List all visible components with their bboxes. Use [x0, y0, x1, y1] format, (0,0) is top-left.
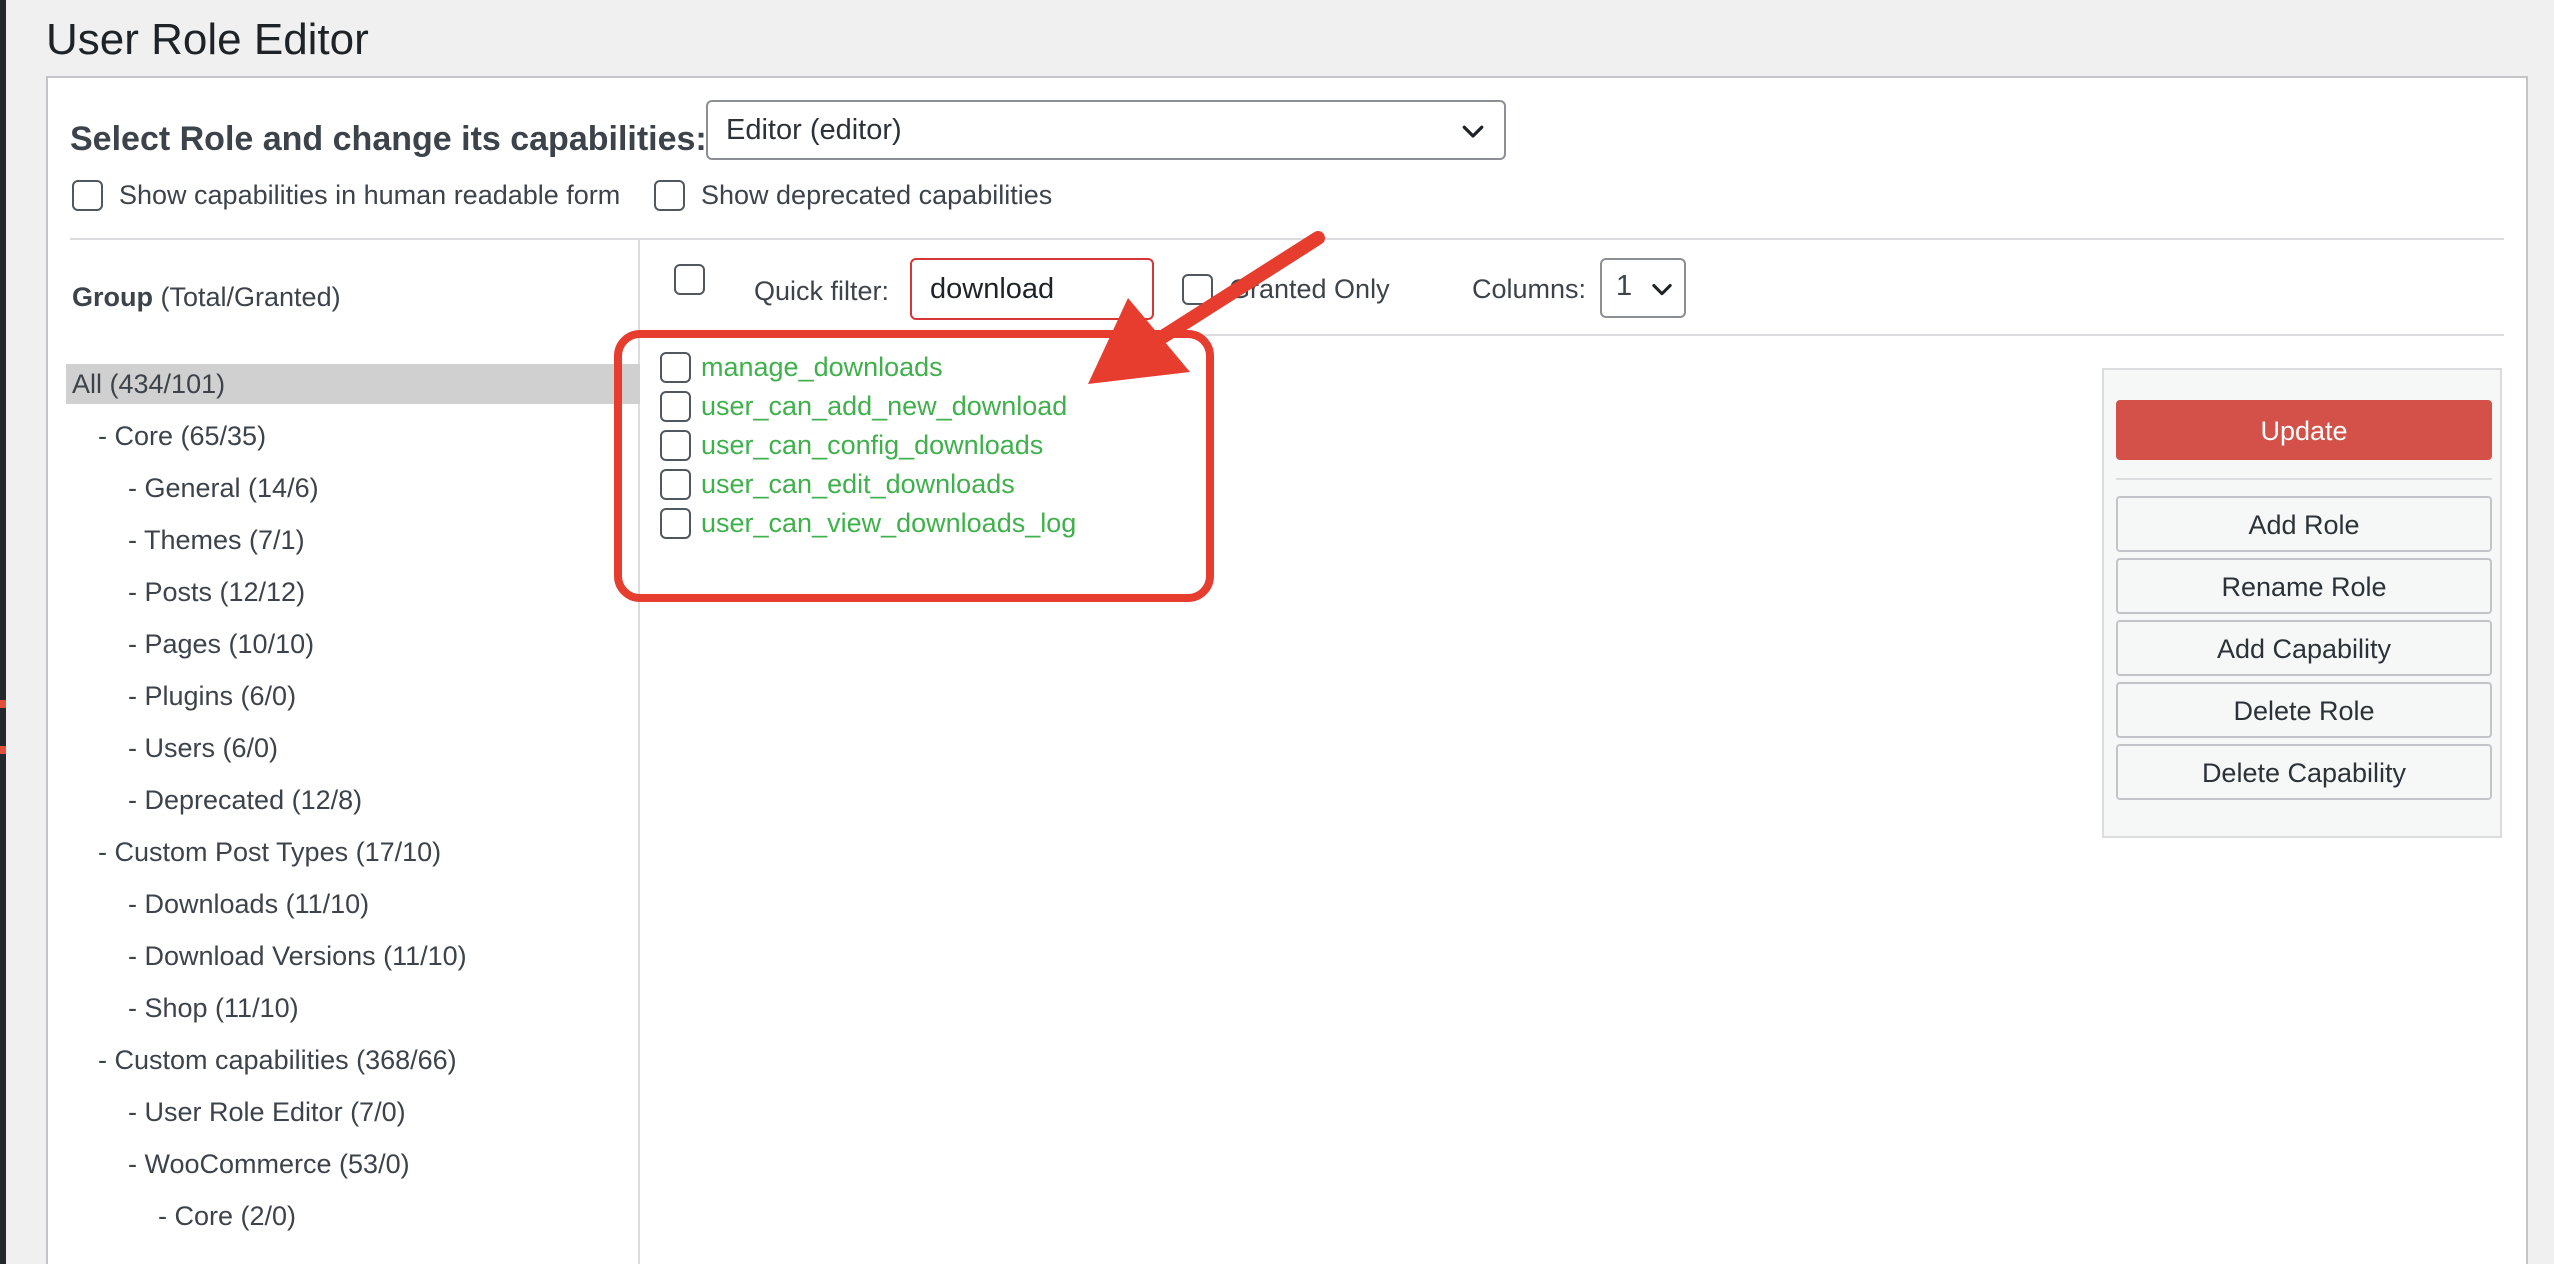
granted-only-label: Granted Only [1229, 274, 1390, 304]
divider [640, 334, 2504, 336]
rename-role-button[interactable]: Rename Role [2116, 558, 2492, 614]
sidebar-marker [0, 746, 6, 754]
divider [2116, 478, 2492, 480]
capability-item[interactable]: user_can_edit_downloads [660, 465, 1076, 504]
capability-checkbox[interactable] [660, 469, 691, 500]
role-select[interactable]: Editor (editor) [706, 100, 1506, 160]
chevron-down-icon [1652, 283, 1672, 296]
group-item[interactable]: - Download Versions (11/10) [66, 936, 640, 988]
group-item[interactable]: - Custom capabilities (368/66) [66, 1040, 640, 1092]
group-item[interactable]: - General (14/6) [66, 468, 640, 520]
group-item[interactable]: - Deprecated (12/8) [66, 780, 640, 832]
group-item-label: - Users (6/0) [128, 733, 279, 763]
capability-checkbox[interactable] [660, 430, 691, 461]
add-capability-button[interactable]: Add Capability [2116, 620, 2492, 676]
group-item[interactable]: - Pages (10/10) [66, 624, 640, 676]
capability-label: user_can_edit_downloads [701, 469, 1015, 499]
deprecated-checkbox[interactable] [654, 180, 685, 211]
group-item-label: - General (14/6) [128, 473, 319, 503]
select-all-checkbox[interactable] [674, 264, 705, 295]
update-button[interactable]: Update [2116, 400, 2492, 460]
delete-role-button[interactable]: Delete Role [2116, 682, 2492, 738]
capability-label: user_can_add_new_download [701, 391, 1068, 421]
group-item-label: - Core (65/35) [98, 421, 267, 451]
group-item[interactable]: - Core (65/35) [66, 416, 640, 468]
granted-only-checkbox[interactable] [1182, 274, 1213, 305]
human-readable-checkbox[interactable] [72, 180, 103, 211]
capability-label: manage_downloads [701, 352, 943, 382]
group-item-label: - Shop (11/10) [128, 993, 299, 1023]
add-role-button[interactable]: Add Role [2116, 496, 2492, 552]
group-item[interactable]: - User Role Editor (7/0) [66, 1092, 640, 1144]
columns-select[interactable]: 1 [1600, 258, 1686, 318]
actions-panel: Update Add Role Rename Role Add Capabili… [2102, 368, 2502, 838]
capability-item[interactable]: user_can_add_new_download [660, 387, 1076, 426]
group-item-label: - Download Versions (11/10) [128, 941, 467, 971]
capability-label: user_can_config_downloads [701, 430, 1044, 460]
group-header-subtitle: (Total/Granted) [153, 282, 341, 312]
group-item-label: - Themes (7/1) [128, 525, 305, 555]
human-readable-label: Show capabilities in human readable form [119, 180, 621, 210]
group-item[interactable]: - Users (6/0) [66, 728, 640, 780]
group-item[interactable]: - Downloads (11/10) [66, 884, 640, 936]
human-readable-option[interactable]: Show capabilities in human readable form [72, 180, 620, 211]
group-item-label: - User Role Editor (7/0) [128, 1097, 406, 1127]
role-select-value: Editor (editor) [726, 113, 902, 146]
sidebar-marker [0, 700, 6, 708]
page: User Role Editor Select Role and change … [0, 0, 2554, 1264]
capability-label: user_can_view_downloads_log [701, 508, 1077, 538]
columns-value: 1 [1616, 270, 1633, 302]
capability-checkbox[interactable] [660, 508, 691, 539]
capability-item[interactable]: user_can_config_downloads [660, 426, 1076, 465]
columns-label: Columns: [1472, 274, 1587, 304]
capability-item[interactable]: manage_downloads [660, 348, 1076, 387]
capability-checkbox[interactable] [660, 352, 691, 383]
quick-filter-label: Quick filter: [754, 276, 890, 306]
group-item-label: - Custom Post Types (17/10) [98, 837, 442, 867]
deprecated-label: Show deprecated capabilities [701, 180, 1053, 210]
capability-checkbox[interactable] [660, 391, 691, 422]
granted-only-option[interactable]: Granted Only [1182, 274, 1390, 305]
role-select-label: Select Role and change its capabilities: [70, 120, 707, 158]
group-item[interactable]: All (434/101) [66, 364, 640, 416]
admin-sidebar-edge [0, 0, 6, 1264]
delete-capability-button[interactable]: Delete Capability [2116, 744, 2492, 800]
group-item[interactable]: - Custom Post Types (17/10) [66, 832, 640, 884]
group-item[interactable]: - Themes (7/1) [66, 520, 640, 572]
deprecated-option[interactable]: Show deprecated capabilities [654, 180, 1052, 211]
capabilities-list: manage_downloads user_can_add_new_downloa… [660, 348, 1076, 543]
role-editor-panel: Select Role and change its capabilities:… [46, 76, 2528, 1264]
group-item-label: - Downloads (11/10) [128, 889, 370, 919]
group-item-label: - Deprecated (12/8) [128, 785, 363, 815]
group-item[interactable]: - Shop (11/10) [66, 988, 640, 1040]
capabilities-toolbar: Quick filter: Granted Only Columns: 1 [660, 256, 2520, 326]
group-item[interactable]: - WooCommerce (53/0) [66, 1144, 640, 1196]
group-item[interactable]: - Posts (12/12) [66, 572, 640, 624]
capability-item[interactable]: user_can_view_downloads_log [660, 504, 1076, 543]
group-item[interactable]: - Plugins (6/0) [66, 676, 640, 728]
group-item-label: All (434/101) [66, 364, 640, 404]
page-title: User Role Editor [46, 15, 369, 64]
group-item-label: - Core (2/0) [158, 1201, 297, 1231]
group-item-label: - Posts (12/12) [128, 577, 306, 607]
group-item-label: - WooCommerce (53/0) [128, 1149, 410, 1179]
group-item-label: - Plugins (6/0) [128, 681, 297, 711]
group-item[interactable]: - Core (2/0) [66, 1196, 640, 1248]
group-header: Group (Total/Granted) [72, 282, 341, 313]
quick-filter-input[interactable] [910, 258, 1154, 320]
chevron-down-icon [1462, 125, 1484, 138]
group-item-label: - Pages (10/10) [128, 629, 315, 659]
group-header-title: Group [72, 282, 153, 312]
group-item-label: - Custom capabilities (368/66) [98, 1045, 457, 1075]
group-list: All (434/101) - Core (65/35) - General (14… [66, 364, 640, 1248]
